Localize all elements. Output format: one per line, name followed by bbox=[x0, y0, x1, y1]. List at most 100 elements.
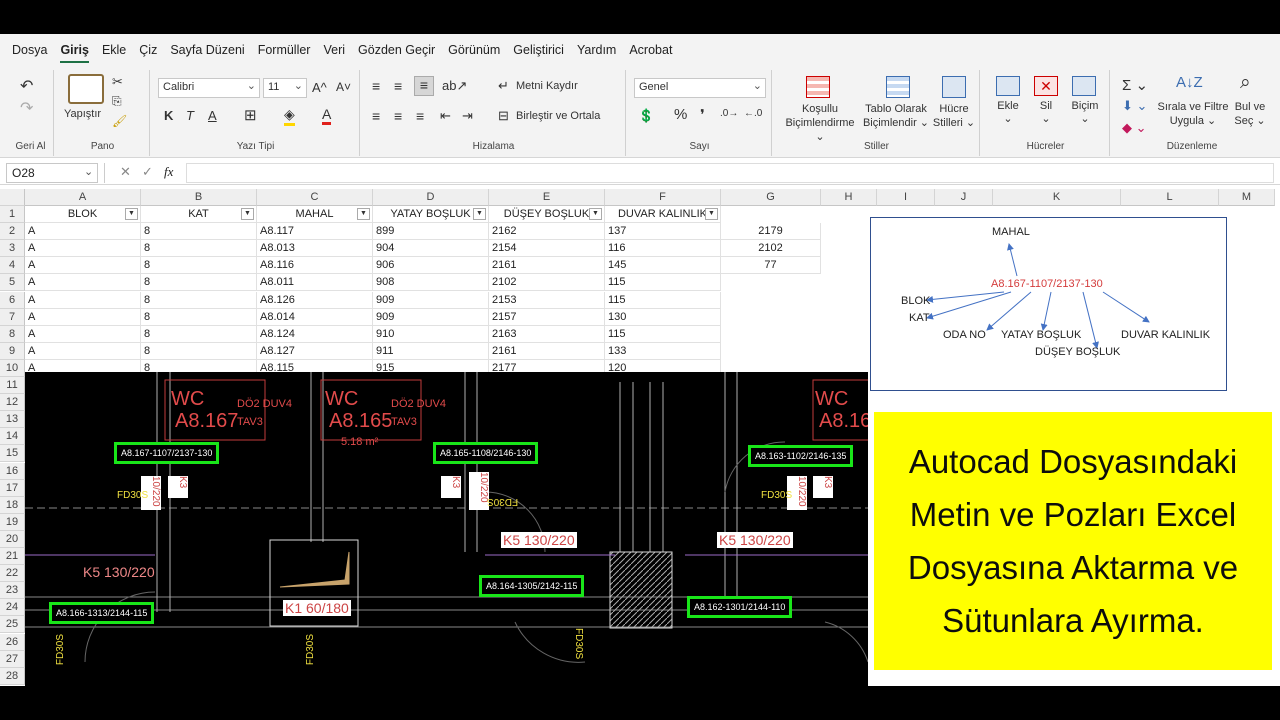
row-header[interactable]: 4 bbox=[0, 257, 25, 275]
orientation-icon[interactable]: ab↗ bbox=[442, 78, 467, 94]
tab-review[interactable]: Gözden Geçir bbox=[358, 43, 435, 57]
tab-acrobat[interactable]: Acrobat bbox=[629, 43, 672, 57]
row-header[interactable]: 1 bbox=[0, 206, 25, 223]
insert-cells-icon[interactable] bbox=[996, 76, 1020, 96]
filter-dropdown-icon[interactable]: ▼ bbox=[589, 208, 602, 220]
table-cell[interactable]: 2102 bbox=[489, 274, 605, 292]
table-cell[interactable]: 2161 bbox=[489, 257, 605, 275]
italic-icon[interactable]: T bbox=[186, 108, 194, 123]
percent-icon[interactable]: % bbox=[674, 106, 687, 123]
table-cell[interactable]: 2153 bbox=[489, 291, 605, 309]
column-header-f[interactable]: F bbox=[605, 189, 721, 206]
table-header-cell[interactable]: BLOK ▼ bbox=[25, 206, 141, 223]
column-header-j[interactable]: J bbox=[935, 189, 993, 206]
align-left-icon[interactable]: ≡ bbox=[372, 108, 380, 124]
row-header[interactable]: 14 bbox=[0, 428, 25, 446]
table-cell[interactable]: A8.124 bbox=[257, 325, 373, 343]
chevron-down-icon[interactable]: ⌄ bbox=[84, 165, 93, 178]
table-cell[interactable]: 8 bbox=[141, 240, 257, 258]
row-header[interactable]: 8 bbox=[0, 325, 25, 343]
column-header-g[interactable]: G bbox=[721, 189, 821, 206]
format-cells-icon[interactable] bbox=[1072, 76, 1096, 96]
decrease-decimal-icon[interactable]: ←.0 bbox=[744, 108, 762, 119]
filter-dropdown-icon[interactable]: ▼ bbox=[705, 208, 718, 220]
tab-file[interactable]: Dosya bbox=[12, 43, 47, 57]
redo-icon[interactable]: ↷ bbox=[20, 98, 33, 118]
table-cell[interactable]: 2102 bbox=[721, 240, 821, 258]
row-header[interactable]: 28 bbox=[0, 667, 25, 685]
insert-cells-button[interactable]: Ekle ⌄ bbox=[992, 100, 1024, 125]
row-header[interactable]: 5 bbox=[0, 274, 25, 292]
row-header[interactable]: 10 bbox=[0, 359, 25, 377]
format-as-table-button[interactable]: Tablo Olarak Biçimlendir ⌄ bbox=[860, 102, 932, 130]
cell-styles-button[interactable]: Hücre Stilleri ⌄ bbox=[930, 102, 978, 130]
filter-dropdown-icon[interactable]: ▼ bbox=[357, 208, 370, 220]
format-as-table-icon[interactable] bbox=[886, 76, 910, 98]
align-bottom-icon[interactable]: ≡ bbox=[414, 76, 434, 96]
undo-icon[interactable]: ↶ bbox=[20, 76, 33, 96]
find-select-button[interactable]: Bul ve Seç ⌄ bbox=[1230, 100, 1270, 128]
function-icon[interactable]: fx bbox=[164, 164, 173, 180]
select-all-corner[interactable] bbox=[0, 189, 25, 206]
table-cell[interactable]: A8.013 bbox=[257, 240, 373, 258]
column-header-l[interactable]: L bbox=[1121, 189, 1219, 206]
table-cell[interactable]: 2179 bbox=[721, 223, 821, 241]
fill-color-icon[interactable]: ◈ bbox=[284, 106, 295, 126]
table-cell[interactable]: A8.126 bbox=[257, 291, 373, 309]
tab-formulas[interactable]: Formüller bbox=[258, 43, 311, 57]
filter-dropdown-icon[interactable]: ▼ bbox=[473, 208, 486, 220]
table-cell[interactable]: 908 bbox=[373, 274, 489, 292]
delete-cells-button[interactable]: Sil ⌄ bbox=[1032, 100, 1060, 125]
filter-dropdown-icon[interactable]: ▼ bbox=[241, 208, 254, 220]
delete-cells-icon[interactable]: ✕ bbox=[1034, 76, 1058, 96]
tab-developer[interactable]: Geliştirici bbox=[513, 43, 564, 57]
merge-icon[interactable]: ⊟ bbox=[498, 108, 509, 124]
find-select-icon[interactable]: ⌕ bbox=[1240, 72, 1251, 94]
row-header[interactable]: 6 bbox=[0, 291, 25, 309]
row-header[interactable]: 19 bbox=[0, 513, 25, 531]
table-cell[interactable]: 8 bbox=[141, 325, 257, 343]
table-cell[interactable]: 8 bbox=[141, 342, 257, 360]
table-cell[interactable]: 115 bbox=[605, 291, 721, 309]
copy-icon[interactable]: ⎘ bbox=[112, 94, 122, 109]
table-cell[interactable]: 904 bbox=[373, 240, 489, 258]
table-cell[interactable]: 2163 bbox=[489, 325, 605, 343]
column-header-e[interactable]: E bbox=[489, 189, 605, 206]
column-header-c[interactable]: C bbox=[257, 189, 373, 206]
row-header[interactable]: 15 bbox=[0, 445, 25, 463]
table-cell[interactable]: 899 bbox=[373, 223, 489, 241]
shrink-font-icon[interactable]: A˅ bbox=[336, 80, 351, 94]
row-header[interactable]: 20 bbox=[0, 530, 25, 548]
tab-home[interactable]: Giriş bbox=[60, 43, 89, 63]
row-header[interactable]: 12 bbox=[0, 394, 25, 412]
table-cell[interactable]: A8.117 bbox=[257, 223, 373, 241]
table-cell[interactable]: A8.116 bbox=[257, 257, 373, 275]
table-cell[interactable]: A8.011 bbox=[257, 274, 373, 292]
sort-filter-button[interactable]: Sırala ve Filtre Uygula ⌄ bbox=[1156, 100, 1230, 128]
row-header[interactable]: 18 bbox=[0, 496, 25, 514]
conditional-format-icon[interactable] bbox=[806, 76, 830, 98]
number-format-select[interactable]: Genel bbox=[634, 78, 766, 98]
table-cell[interactable]: A8.014 bbox=[257, 308, 373, 326]
table-cell[interactable]: A bbox=[25, 325, 141, 343]
table-header-cell[interactable]: YATAY BOŞLUK ▼ bbox=[373, 206, 489, 223]
table-cell[interactable]: 909 bbox=[373, 291, 489, 309]
row-header[interactable]: 13 bbox=[0, 411, 25, 429]
table-cell[interactable]: A bbox=[25, 308, 141, 326]
align-top-icon[interactable]: ≡ bbox=[372, 78, 380, 94]
align-center-icon[interactable]: ≡ bbox=[394, 108, 402, 124]
table-cell[interactable]: A bbox=[25, 223, 141, 241]
tab-help[interactable]: Yardım bbox=[577, 43, 616, 57]
column-header-h[interactable]: H bbox=[821, 189, 877, 206]
align-right-icon[interactable]: ≡ bbox=[416, 108, 424, 124]
table-cell[interactable]: 8 bbox=[141, 223, 257, 241]
filter-dropdown-icon[interactable]: ▼ bbox=[125, 208, 138, 220]
align-middle-icon[interactable]: ≡ bbox=[394, 78, 402, 94]
underline-icon[interactable]: A bbox=[208, 108, 217, 123]
format-cells-button[interactable]: Biçim ⌄ bbox=[1068, 100, 1102, 125]
conditional-format-button[interactable]: Koşullu Biçimlendirme ⌄ bbox=[780, 102, 860, 144]
table-cell[interactable]: 909 bbox=[373, 308, 489, 326]
table-cell[interactable]: 8 bbox=[141, 308, 257, 326]
paste-icon[interactable] bbox=[68, 74, 104, 104]
row-header[interactable]: 17 bbox=[0, 479, 25, 497]
